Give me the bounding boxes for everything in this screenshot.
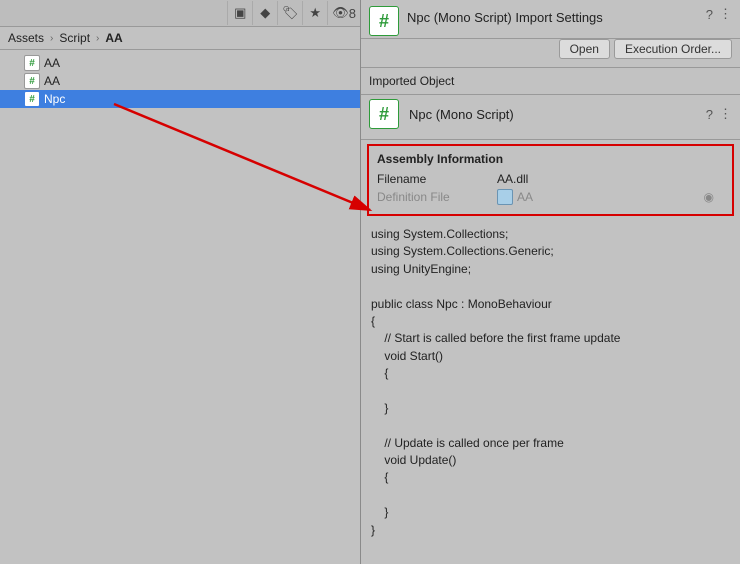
inspector-panel: # Npc (Mono Script) Import Settings ? ⋮ … xyxy=(361,0,740,564)
breadcrumb-mid[interactable]: Script xyxy=(59,31,90,45)
imported-object-row: # Npc (Mono Script) ? ⋮ xyxy=(361,95,740,140)
script-icon: # xyxy=(369,6,399,36)
toolbar-star-icon[interactable]: ★ xyxy=(302,1,327,25)
help-icon[interactable]: ? xyxy=(706,107,713,122)
help-icon[interactable]: ? xyxy=(706,7,713,22)
project-toolbar: ▣ ◆ 🏷 ★ 👁 8 xyxy=(0,0,360,27)
tree-item-label: AA xyxy=(44,74,60,88)
asmdef-icon: # xyxy=(24,55,40,71)
hidden-count: 8 xyxy=(349,6,356,21)
assembly-info-box: Assembly Information Filename AA.dll Def… xyxy=(367,144,734,216)
object-picker-icon[interactable]: ◉ xyxy=(704,190,714,204)
tree-item-selected[interactable]: # Npc xyxy=(0,90,360,108)
csharp-icon: # xyxy=(24,91,40,107)
toolbar-btn-1[interactable]: ▣ xyxy=(227,1,252,25)
project-panel: ▣ ◆ 🏷 ★ 👁 8 Assets › Script › AA # AA # … xyxy=(0,0,361,564)
eye-off-icon: 👁 xyxy=(332,5,349,21)
open-button[interactable]: Open xyxy=(559,39,610,59)
script-icon: # xyxy=(369,99,399,129)
tree-item[interactable]: # AA xyxy=(0,72,360,90)
chevron-right-icon: › xyxy=(50,33,53,44)
tree-item-label: Npc xyxy=(44,92,65,106)
imported-object-title: Npc (Mono Script) xyxy=(409,107,706,122)
menu-icon[interactable]: ⋮ xyxy=(719,106,732,122)
filename-value: AA.dll xyxy=(497,172,724,186)
tree-item[interactable]: # AA xyxy=(0,54,360,72)
filename-label: Filename xyxy=(377,172,497,186)
imported-object-label: Imported Object xyxy=(361,68,740,95)
toolbar-tag-icon[interactable]: 🏷 xyxy=(277,1,302,25)
definition-file-value[interactable]: AA xyxy=(517,190,533,204)
inspector-header-buttons: Open Execution Order... xyxy=(361,39,740,68)
asmdef-chip-icon xyxy=(497,189,513,205)
script-source-preview: using System.Collections; using System.C… xyxy=(361,220,740,545)
toolbar-hidden-toggle[interactable]: 👁 8 xyxy=(327,1,360,25)
assembly-info-heading: Assembly Information xyxy=(377,152,724,166)
definition-file-label: Definition File xyxy=(377,190,497,204)
assembly-info-section: Assembly Information Filename AA.dll Def… xyxy=(361,140,740,220)
chevron-right-icon: › xyxy=(96,33,99,44)
inspector-title: Npc (Mono Script) Import Settings xyxy=(407,10,706,25)
execution-order-button[interactable]: Execution Order... xyxy=(614,39,732,59)
csharp-icon: # xyxy=(24,73,40,89)
breadcrumb-leaf[interactable]: AA xyxy=(105,31,122,45)
asset-tree: # AA # AA # Npc xyxy=(0,50,360,564)
inspector-header: # Npc (Mono Script) Import Settings ? ⋮ xyxy=(361,0,740,39)
menu-icon[interactable]: ⋮ xyxy=(719,6,732,22)
breadcrumb-root[interactable]: Assets xyxy=(8,31,44,45)
breadcrumb[interactable]: Assets › Script › AA xyxy=(0,27,360,50)
tree-item-label: AA xyxy=(44,56,60,70)
toolbar-btn-2[interactable]: ◆ xyxy=(252,1,277,25)
